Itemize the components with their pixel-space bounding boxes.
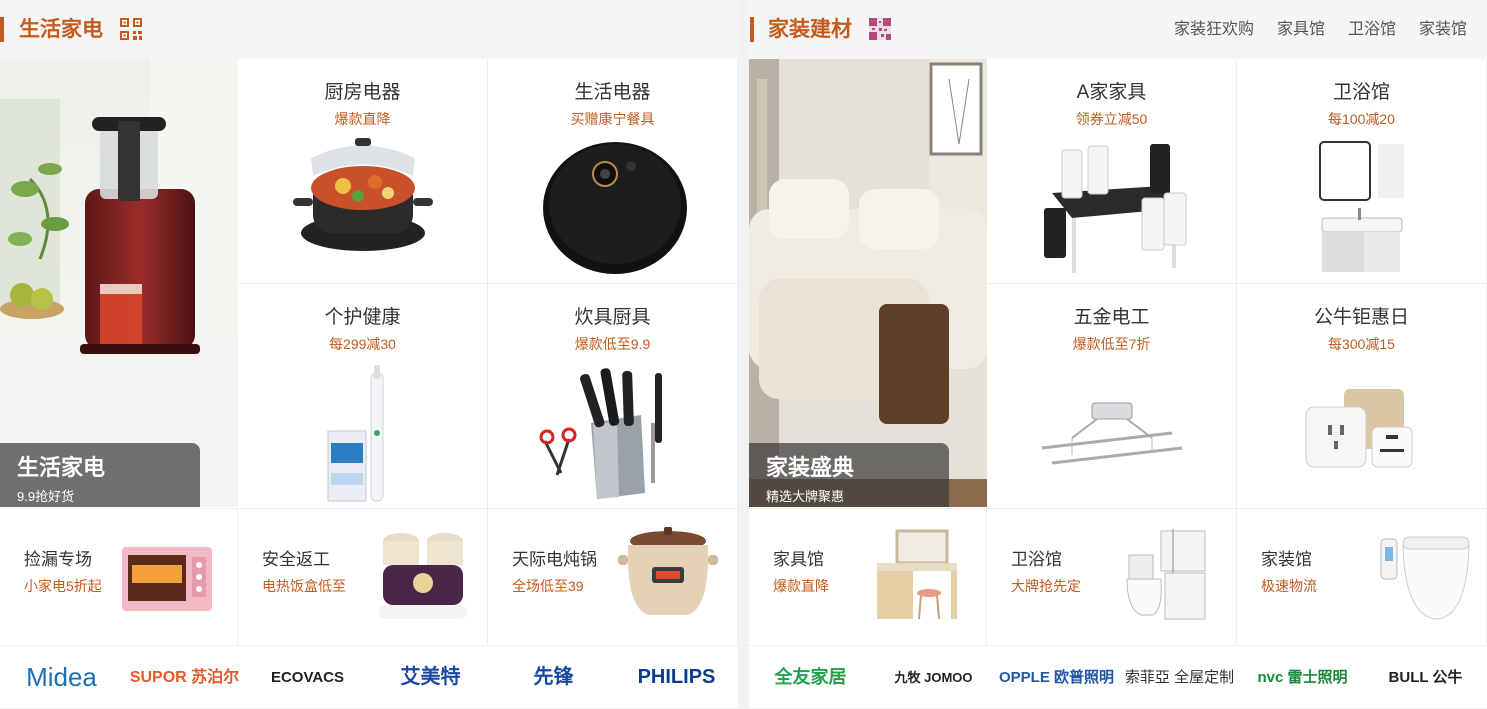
category-subtitle: 领券立减50	[1075, 111, 1148, 127]
promo-tile-stew-pot[interactable]: 天际电炖锅 全场低至39	[488, 508, 738, 645]
category-cookware[interactable]: 炊具厨具 爆款低至9.9	[488, 284, 738, 509]
smart-toilet-seat-image	[1380, 536, 1470, 620]
bathroom-cabinet-image	[1318, 141, 1404, 272]
toothbrush-image	[327, 365, 383, 502]
hero-caption: 生活家电 9.9抢好货	[0, 443, 200, 507]
category-bathroom[interactable]: 卫浴馆 每100减20	[1237, 59, 1487, 284]
category-life-appliances[interactable]: 生活电器 买赠康宁餐具	[488, 59, 738, 284]
brand-logo-opple[interactable]: OPPLE 欧普照明	[995, 646, 1118, 709]
category-subtitle: 爆款低至9.9	[574, 336, 651, 352]
promo-title: 家装馆	[1261, 550, 1312, 569]
category-title: 厨房电器	[324, 82, 401, 103]
promo-subtitle: 小家电5折起	[24, 578, 102, 594]
category-subtitle: 爆款直降	[334, 111, 391, 127]
hotpot-image	[292, 138, 433, 251]
header-link[interactable]: 家装狂欢购	[1174, 19, 1254, 41]
category-subtitle: 每300减15	[1328, 336, 1395, 352]
hero-title: 家装盛典	[766, 455, 855, 480]
category-subtitle: 每299减30	[329, 336, 396, 352]
lunchbox-image	[379, 533, 467, 619]
promo-tile-furniture[interactable]: 家具馆 爆款直降	[749, 508, 987, 645]
bathroom-set-image	[1126, 529, 1206, 620]
sofa-image	[749, 59, 987, 507]
home-decor-panel: 家装建材 家装狂欢购 家具馆 卫浴馆 家装馆 家装盛典 精选大牌聚惠 A家家具 …	[749, 0, 1487, 708]
promo-title: 天际电炖锅	[512, 550, 597, 569]
brand-logo-nvc[interactable]: nvc 雷士照明	[1241, 646, 1364, 709]
promo-subtitle: 全场低至39	[512, 578, 584, 594]
brand-bar: 全友家居 九牧 JOMOO OPPLE 欧普照明 索菲亞 全屋定制 nvc 雷士…	[749, 645, 1487, 708]
category-title: 五金电工	[1073, 307, 1150, 328]
category-title: 炊具厨具	[574, 307, 651, 328]
promo-title: 捡漏专场	[24, 550, 92, 569]
panel-header: 生活家电	[0, 0, 738, 59]
category-furniture[interactable]: A家家具 领券立减50	[987, 59, 1237, 284]
qr-code-icon[interactable]	[869, 18, 891, 40]
knife-set-image	[539, 368, 662, 499]
category-title: 公牛钜惠日	[1313, 307, 1409, 328]
panel-header: 家装建材 家装狂欢购 家具馆 卫浴馆 家装馆	[749, 0, 1487, 59]
promo-title: 安全返工	[262, 550, 330, 569]
dining-set-image	[1043, 144, 1186, 273]
brand-logo-sofia[interactable]: 索菲亞 全屋定制	[1118, 646, 1241, 709]
promo-subtitle: 大牌抢先定	[1011, 578, 1081, 594]
promo-subtitle: 电热饭盒低至	[262, 578, 346, 594]
category-title: 卫浴馆	[1332, 82, 1390, 103]
category-title: 生活电器	[574, 82, 651, 103]
header-links: 家装狂欢购 家具馆 卫浴馆 家装馆	[1174, 19, 1467, 41]
hero-banner-home-decor[interactable]: 家装盛典 精选大牌聚惠	[749, 59, 987, 507]
brand-logo-airmate[interactable]: 艾美特	[369, 646, 492, 709]
stew-pot-image	[618, 527, 718, 615]
hero-caption: 家装盛典 精选大牌聚惠	[749, 443, 949, 507]
category-personal-care[interactable]: 个护健康 每299减30	[238, 284, 488, 509]
brand-logo-midea[interactable]: Midea	[0, 646, 123, 709]
promo-subtitle: 极速物流	[1261, 578, 1317, 594]
category-subtitle: 每100减20	[1328, 111, 1395, 127]
category-kitchen-appliances[interactable]: 厨房电器 爆款直降	[238, 59, 488, 284]
brand-logo-quanyou[interactable]: 全友家居	[749, 646, 872, 709]
brand-logo-philips[interactable]: PHILIPS	[615, 646, 738, 709]
panel-title[interactable]: 家装建材	[768, 15, 852, 44]
promo-subtitle: 爆款直降	[773, 578, 829, 594]
header-link[interactable]: 家具馆	[1277, 19, 1325, 41]
robot-vacuum-image	[542, 142, 687, 274]
hero-banner-appliances[interactable]: 生活家电 9.9抢好货	[0, 59, 238, 507]
juicer-image	[0, 59, 238, 507]
brand-logo-bull[interactable]: BULL 公牛	[1364, 646, 1487, 709]
category-subtitle: 爆款低至7折	[1072, 336, 1151, 352]
category-title: A家家具	[1076, 82, 1147, 103]
home-appliances-panel: 生活家电 生活家电 9.9抢好货 厨房电器 爆款直降 生活电器 买赠康宁餐具 个…	[0, 0, 738, 708]
brand-logo-jomoo[interactable]: 九牧 JOMOO	[872, 646, 995, 709]
brand-logo-supor[interactable]: SUPOR 苏泊尔	[123, 646, 246, 709]
category-bull-promo[interactable]: 公牛钜惠日 每300减15	[1237, 284, 1487, 509]
category-subtitle: 买赠康宁餐具	[570, 111, 655, 127]
header-accent-bar	[750, 17, 754, 42]
header-link[interactable]: 卫浴馆	[1348, 19, 1396, 41]
power-socket-image	[1305, 389, 1412, 468]
promo-title: 家具馆	[773, 550, 824, 569]
header-accent-bar	[0, 17, 4, 42]
panel-title[interactable]: 生活家电	[19, 15, 103, 44]
header-link[interactable]: 家装馆	[1419, 19, 1467, 41]
promo-tile-lunchbox[interactable]: 安全返工 电热饭盒低至	[238, 508, 488, 645]
drying-rack-image	[1041, 402, 1182, 465]
promo-title: 卫浴馆	[1011, 550, 1062, 569]
promo-tile-clearance[interactable]: 捡漏专场 小家电5折起	[0, 508, 238, 645]
hero-subtitle: 精选大牌聚惠	[766, 489, 845, 504]
category-title: 个护健康	[324, 307, 401, 328]
vanity-desk-image	[877, 529, 957, 620]
promo-tile-bathroom[interactable]: 卫浴馆 大牌抢先定	[987, 508, 1237, 645]
promo-tile-home-decor[interactable]: 家装馆 极速物流	[1237, 508, 1487, 645]
brand-bar: Midea SUPOR 苏泊尔 ECOVACS 艾美特 先锋 PHILIPS	[0, 645, 738, 708]
qr-code-icon[interactable]	[120, 18, 142, 40]
hero-title: 生活家电	[17, 455, 106, 480]
oven-image	[122, 547, 212, 611]
brand-logo-singfun[interactable]: 先锋	[492, 646, 615, 709]
category-hardware[interactable]: 五金电工 爆款低至7折	[987, 284, 1237, 509]
hero-subtitle: 9.9抢好货	[17, 489, 75, 504]
brand-logo-ecovacs[interactable]: ECOVACS	[246, 646, 369, 709]
